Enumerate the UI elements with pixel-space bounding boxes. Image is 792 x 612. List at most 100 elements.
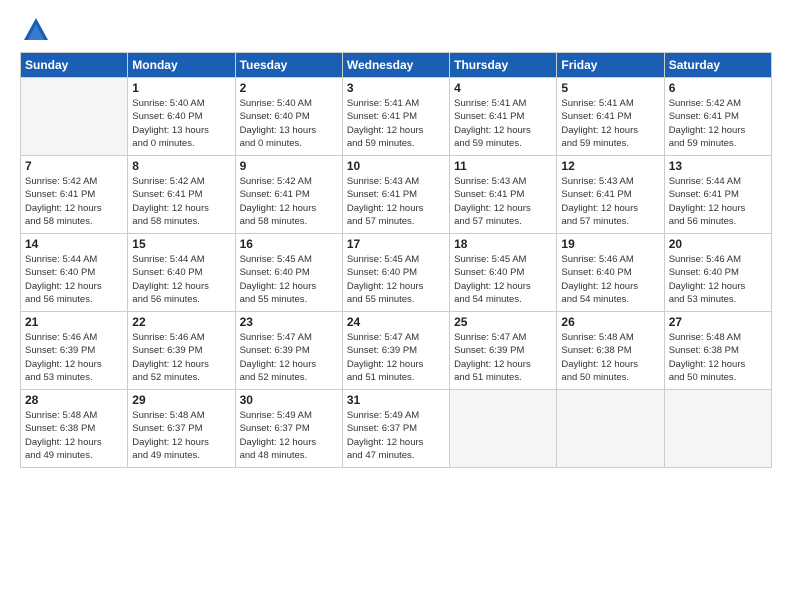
calendar-table: SundayMondayTuesdayWednesdayThursdayFrid… <box>20 52 772 468</box>
day-info: Sunrise: 5:45 AM Sunset: 6:40 PM Dayligh… <box>454 253 552 306</box>
calendar-week-row: 1 Sunrise: 5:40 AM Sunset: 6:40 PM Daylig… <box>21 78 772 156</box>
calendar-week-row: 28Sunrise: 5:48 AM Sunset: 6:38 PM Dayli… <box>21 390 772 468</box>
day-info: Sunrise: 5:44 AM Sunset: 6:40 PM Dayligh… <box>132 253 230 306</box>
day-number: 12 <box>561 159 659 173</box>
calendar-day-cell <box>664 390 771 468</box>
calendar-week-row: 7Sunrise: 5:42 AM Sunset: 6:41 PM Daylig… <box>21 156 772 234</box>
calendar-day-cell: 4 Sunrise: 5:41 AM Sunset: 6:41 PM Daylig… <box>450 78 557 156</box>
calendar-week-row: 21 Sunrise: 5:46 AM Sunset: 6:39 PM Dayli… <box>21 312 772 390</box>
day-info: Sunrise: 5:46 AM Sunset: 6:39 PM Dayligh… <box>25 331 123 384</box>
calendar-day-cell: 11 Sunrise: 5:43 AM Sunset: 6:41 PM Dayli… <box>450 156 557 234</box>
calendar-week-row: 14 Sunrise: 5:44 AM Sunset: 6:40 PM Dayli… <box>21 234 772 312</box>
day-info: Sunrise: 5:46 AM Sunset: 6:40 PM Dayligh… <box>669 253 767 306</box>
day-info: Sunrise: 5:48 AM Sunset: 6:38 PM Dayligh… <box>561 331 659 384</box>
logo-icon <box>22 16 50 44</box>
day-info: Sunrise: 5:44 AM Sunset: 6:40 PM Dayligh… <box>25 253 123 306</box>
day-info: Sunrise: 5:41 AM Sunset: 6:41 PM Dayligh… <box>454 97 552 150</box>
calendar-day-cell: 9Sunrise: 5:42 AM Sunset: 6:41 PM Daylig… <box>235 156 342 234</box>
calendar-day-cell: 21 Sunrise: 5:46 AM Sunset: 6:39 PM Dayli… <box>21 312 128 390</box>
calendar-day-cell: 18 Sunrise: 5:45 AM Sunset: 6:40 PM Dayli… <box>450 234 557 312</box>
day-number: 13 <box>669 159 767 173</box>
day-number: 27 <box>669 315 767 329</box>
day-number: 8 <box>132 159 230 173</box>
day-info: Sunrise: 5:40 AM Sunset: 6:40 PM Dayligh… <box>240 97 338 150</box>
day-number: 29 <box>132 393 230 407</box>
day-info: Sunrise: 5:43 AM Sunset: 6:41 PM Dayligh… <box>561 175 659 228</box>
calendar-day-cell <box>557 390 664 468</box>
calendar-day-cell: 2 Sunrise: 5:40 AM Sunset: 6:40 PM Daylig… <box>235 78 342 156</box>
day-number: 23 <box>240 315 338 329</box>
day-number: 18 <box>454 237 552 251</box>
header <box>20 16 772 44</box>
day-info: Sunrise: 5:48 AM Sunset: 6:37 PM Dayligh… <box>132 409 230 462</box>
day-info: Sunrise: 5:48 AM Sunset: 6:38 PM Dayligh… <box>25 409 123 462</box>
calendar-day-cell: 27 Sunrise: 5:48 AM Sunset: 6:38 PM Dayli… <box>664 312 771 390</box>
day-number: 2 <box>240 81 338 95</box>
day-number: 15 <box>132 237 230 251</box>
weekday-header: Wednesday <box>342 53 449 78</box>
day-number: 14 <box>25 237 123 251</box>
calendar-day-cell: 5 Sunrise: 5:41 AM Sunset: 6:41 PM Daylig… <box>557 78 664 156</box>
calendar-day-cell: 10Sunrise: 5:43 AM Sunset: 6:41 PM Dayli… <box>342 156 449 234</box>
day-info: Sunrise: 5:41 AM Sunset: 6:41 PM Dayligh… <box>561 97 659 150</box>
day-number: 30 <box>240 393 338 407</box>
calendar-day-cell: 13Sunrise: 5:44 AM Sunset: 6:41 PM Dayli… <box>664 156 771 234</box>
day-info: Sunrise: 5:45 AM Sunset: 6:40 PM Dayligh… <box>240 253 338 306</box>
calendar-day-cell: 12 Sunrise: 5:43 AM Sunset: 6:41 PM Dayli… <box>557 156 664 234</box>
day-number: 6 <box>669 81 767 95</box>
weekday-header: Sunday <box>21 53 128 78</box>
day-number: 25 <box>454 315 552 329</box>
day-info: Sunrise: 5:42 AM Sunset: 6:41 PM Dayligh… <box>669 97 767 150</box>
calendar-day-cell: 8Sunrise: 5:42 AM Sunset: 6:41 PM Daylig… <box>128 156 235 234</box>
calendar-day-cell <box>21 78 128 156</box>
day-info: Sunrise: 5:47 AM Sunset: 6:39 PM Dayligh… <box>454 331 552 384</box>
calendar-day-cell: 6 Sunrise: 5:42 AM Sunset: 6:41 PM Daylig… <box>664 78 771 156</box>
calendar-day-cell: 29 Sunrise: 5:48 AM Sunset: 6:37 PM Dayli… <box>128 390 235 468</box>
day-number: 17 <box>347 237 445 251</box>
day-info: Sunrise: 5:43 AM Sunset: 6:41 PM Dayligh… <box>454 175 552 228</box>
day-info: Sunrise: 5:40 AM Sunset: 6:40 PM Dayligh… <box>132 97 230 150</box>
day-number: 9 <box>240 159 338 173</box>
calendar-day-cell: 7Sunrise: 5:42 AM Sunset: 6:41 PM Daylig… <box>21 156 128 234</box>
day-number: 10 <box>347 159 445 173</box>
calendar-day-cell: 31Sunrise: 5:49 AM Sunset: 6:37 PM Dayli… <box>342 390 449 468</box>
day-info: Sunrise: 5:46 AM Sunset: 6:39 PM Dayligh… <box>132 331 230 384</box>
day-number: 22 <box>132 315 230 329</box>
day-number: 11 <box>454 159 552 173</box>
weekday-header: Thursday <box>450 53 557 78</box>
calendar-header-row: SundayMondayTuesdayWednesdayThursdayFrid… <box>21 53 772 78</box>
day-number: 1 <box>132 81 230 95</box>
calendar-day-cell: 1 Sunrise: 5:40 AM Sunset: 6:40 PM Daylig… <box>128 78 235 156</box>
calendar-day-cell: 15 Sunrise: 5:44 AM Sunset: 6:40 PM Dayli… <box>128 234 235 312</box>
day-number: 4 <box>454 81 552 95</box>
logo <box>20 16 50 44</box>
day-info: Sunrise: 5:47 AM Sunset: 6:39 PM Dayligh… <box>347 331 445 384</box>
day-number: 19 <box>561 237 659 251</box>
calendar-day-cell: 17Sunrise: 5:45 AM Sunset: 6:40 PM Dayli… <box>342 234 449 312</box>
calendar-day-cell: 3Sunrise: 5:41 AM Sunset: 6:41 PM Daylig… <box>342 78 449 156</box>
weekday-header: Saturday <box>664 53 771 78</box>
day-number: 5 <box>561 81 659 95</box>
calendar-day-cell: 20 Sunrise: 5:46 AM Sunset: 6:40 PM Dayli… <box>664 234 771 312</box>
calendar-day-cell: 28Sunrise: 5:48 AM Sunset: 6:38 PM Dayli… <box>21 390 128 468</box>
calendar-day-cell: 24 Sunrise: 5:47 AM Sunset: 6:39 PM Dayli… <box>342 312 449 390</box>
day-number: 24 <box>347 315 445 329</box>
calendar-day-cell: 22 Sunrise: 5:46 AM Sunset: 6:39 PM Dayli… <box>128 312 235 390</box>
calendar-day-cell: 23 Sunrise: 5:47 AM Sunset: 6:39 PM Dayli… <box>235 312 342 390</box>
calendar-day-cell: 30 Sunrise: 5:49 AM Sunset: 6:37 PM Dayli… <box>235 390 342 468</box>
day-info: Sunrise: 5:42 AM Sunset: 6:41 PM Dayligh… <box>25 175 123 228</box>
calendar-day-cell: 16 Sunrise: 5:45 AM Sunset: 6:40 PM Dayli… <box>235 234 342 312</box>
day-info: Sunrise: 5:49 AM Sunset: 6:37 PM Dayligh… <box>240 409 338 462</box>
day-number: 20 <box>669 237 767 251</box>
weekday-header: Monday <box>128 53 235 78</box>
day-info: Sunrise: 5:47 AM Sunset: 6:39 PM Dayligh… <box>240 331 338 384</box>
calendar-day-cell: 14 Sunrise: 5:44 AM Sunset: 6:40 PM Dayli… <box>21 234 128 312</box>
day-number: 16 <box>240 237 338 251</box>
page: SundayMondayTuesdayWednesdayThursdayFrid… <box>0 0 792 612</box>
day-number: 31 <box>347 393 445 407</box>
calendar-day-cell: 26Sunrise: 5:48 AM Sunset: 6:38 PM Dayli… <box>557 312 664 390</box>
day-number: 21 <box>25 315 123 329</box>
day-info: Sunrise: 5:48 AM Sunset: 6:38 PM Dayligh… <box>669 331 767 384</box>
day-number: 3 <box>347 81 445 95</box>
calendar-day-cell: 25 Sunrise: 5:47 AM Sunset: 6:39 PM Dayli… <box>450 312 557 390</box>
